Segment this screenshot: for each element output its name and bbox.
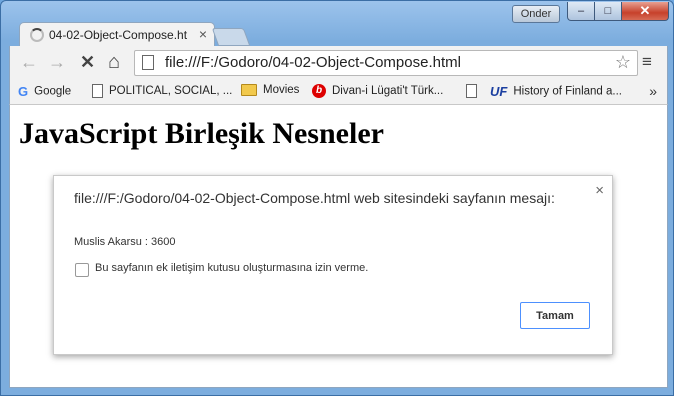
bookmark-label: POLITICAL, SOCIAL, ... [109,85,233,98]
close-icon: ✕ [639,3,651,18]
page-icon [142,55,154,70]
page-title: JavaScript Birleşik Nesneler [19,117,384,150]
back-arrow-icon[interactable]: ← [20,52,38,72]
page-icon [92,84,103,98]
bookmark-label: Movies [263,84,300,97]
stop-icon[interactable]: ✕ [80,52,95,72]
loading-spinner-icon [30,28,44,42]
bookmark-google[interactable]: G Google [18,84,71,99]
close-icon[interactable]: × [595,182,604,199]
url-text[interactable]: file:///F:/Godoro/04-02-Object-Compose.h… [165,54,461,71]
uf-icon: UF [490,84,508,99]
maximize-button[interactable]: □ [594,2,622,21]
bookmarks-bar: G Google POLITICAL, SOCIAL, ... Movies bD… [9,80,668,105]
bookmark-label: History of Finland a... [513,85,622,98]
home-icon[interactable]: ⌂ [108,52,120,72]
google-icon: G [18,84,29,99]
suppress-dialogs-checkbox[interactable] [75,263,89,277]
page-content: JavaScript Birleşik Nesneler file:///F:/… [9,105,668,388]
bookmark-label: Google [34,85,72,98]
menu-icon[interactable]: ≡ [642,52,652,72]
address-bar[interactable]: file:///F:/Godoro/04-02-Object-Compose.h… [134,50,638,76]
checkbox-label[interactable]: Bu sayfanın ek iletişim kutusu oluşturma… [95,262,368,274]
tab-close-icon[interactable]: × [199,26,207,42]
tab-active[interactable]: 04-02-Object-Compose.ht × [19,22,215,47]
forward-arrow-icon[interactable]: → [48,52,66,72]
bookmark-untitled[interactable] [466,84,483,98]
browser-window: Onder – □ ✕ 04-02-Object-Compose.ht × ← … [0,0,674,396]
bookmark-history-finland[interactable]: UF History of Finland a... [490,84,622,99]
toolbar: ← → ✕ ⌂ file:///F:/Godoro/04-02-Object-C… [9,46,668,80]
dialog-message: Muslis Akarsu : 3600 [74,236,176,248]
red-site-icon: b [312,84,326,98]
minimize-icon: – [577,5,585,17]
bookmark-movies[interactable]: Movies [241,84,299,96]
close-window-button[interactable]: ✕ [621,2,669,21]
folder-icon [241,84,257,96]
new-tab-button[interactable] [211,28,251,46]
chevron-more-icon[interactable]: » [649,83,657,99]
bookmark-star-icon[interactable]: ☆ [615,52,631,73]
bookmark-political[interactable]: POLITICAL, SOCIAL, ... [92,84,232,98]
dialog-title: file:///F:/Godoro/04-02-Object-Compose.h… [74,190,555,206]
ok-button[interactable]: Tamam [520,302,590,329]
alert-dialog: file:///F:/Godoro/04-02-Object-Compose.h… [53,175,613,355]
minimize-button[interactable]: – [567,2,595,21]
profile-button[interactable]: Onder [512,5,560,23]
tab-title: 04-02-Object-Compose.ht [49,28,188,42]
bookmark-divan[interactable]: b Divan-i Lügati't Türk... [312,84,443,98]
page-icon [466,84,477,98]
bookmark-label: Divan-i Lügati't Türk... [332,85,444,98]
maximize-icon: □ [604,5,612,17]
